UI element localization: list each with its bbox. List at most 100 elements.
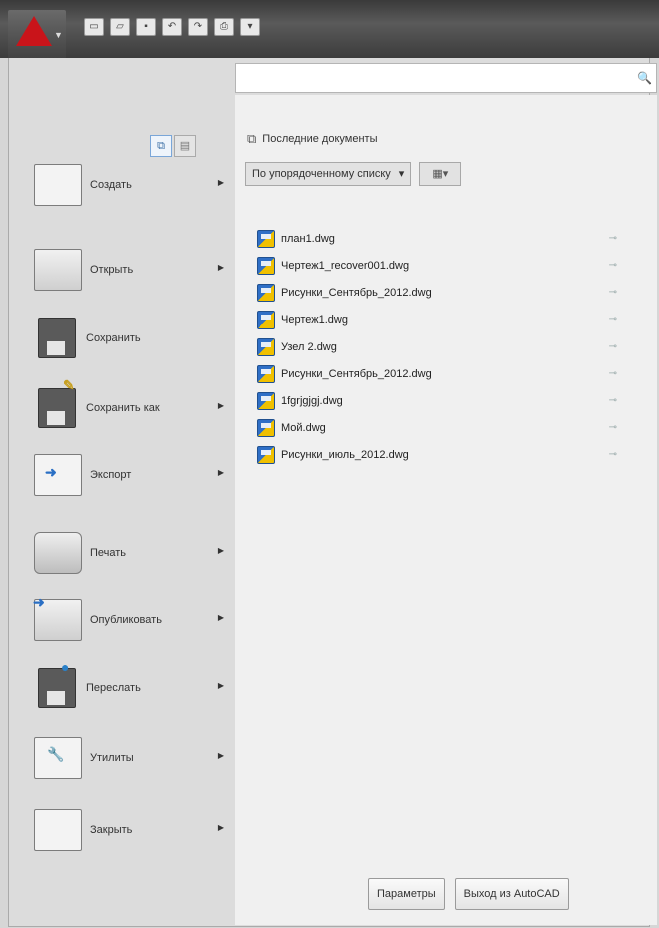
recent-file-item[interactable]: план1.dwg ⊸ (235, 225, 657, 252)
footer-buttons: Параметры Выход из AutoCAD (368, 878, 569, 910)
submenu-arrow-icon: ▶ (217, 751, 224, 760)
submenu-arrow-icon: ▶ (217, 401, 224, 410)
search-input[interactable]: 🔍 (235, 63, 657, 93)
recent-documents-view-icon[interactable]: ⧉ (150, 135, 172, 157)
submenu-arrow-icon: ▶ (217, 468, 224, 477)
dwg-file-icon (257, 445, 275, 464)
file-name: Узел 2.dwg (281, 340, 337, 353)
dwg-file-icon (257, 283, 275, 302)
menu-item-open[interactable]: Открыть ▶ (34, 240, 224, 300)
open-documents-view-icon[interactable]: ▤ (174, 135, 196, 157)
pin-icon[interactable]: ⊸ (609, 395, 617, 406)
menu-item-save-as[interactable]: ✎ Сохранить как ▶ (34, 377, 224, 438)
submenu-arrow-icon: ▶ (217, 681, 224, 690)
close-doc-icon (34, 809, 82, 851)
dwg-file-icon (257, 418, 275, 437)
recent-file-item[interactable]: Чертеж1.dwg ⊸ (235, 306, 657, 333)
menu-item-label: Экспорт (90, 468, 132, 481)
dwg-file-icon (257, 364, 275, 383)
recent-sort-row: По упорядоченному списку ▾ ▦▾ (245, 162, 462, 186)
submenu-arrow-icon: ▶ (217, 178, 224, 187)
menu-item-close[interactable]: Закрыть ▶ (34, 800, 224, 860)
recent-file-item[interactable]: Мой.dwg ⊸ (235, 414, 657, 441)
menu-item-print[interactable]: Печать ▶ (34, 523, 224, 583)
pin-icon[interactable]: ⊸ (609, 449, 617, 460)
recent-file-item[interactable]: 1fgrjgjgj.dwg ⊸ (235, 387, 657, 414)
menu-item-label: Сохранить (86, 331, 141, 344)
sort-dropdown[interactable]: По упорядоченному списку ▾ (245, 162, 412, 186)
publish-icon: ➜ (33, 594, 82, 641)
menu-item-label: Утилиты (90, 751, 134, 764)
save-icon[interactable]: ▪ (136, 18, 156, 36)
menu-item-create[interactable]: Создать ▶ (34, 155, 224, 215)
search-icon[interactable]: 🔍 (637, 71, 652, 85)
recent-documents-title: Последние документы (262, 133, 378, 145)
recent-file-item[interactable]: Рисунки_Сентябрь_2012.dwg ⊸ (235, 360, 657, 387)
dwg-file-icon (257, 391, 275, 410)
pin-icon[interactable]: ⊸ (609, 422, 617, 433)
recent-file-item[interactable]: Рисунки_Сентябрь_2012.dwg ⊸ (235, 279, 657, 306)
file-name: план1.dwg (281, 232, 335, 245)
dwg-file-icon (257, 229, 275, 248)
pin-icon[interactable]: ⊸ (609, 287, 617, 298)
chevron-down-icon: ▼ (54, 30, 63, 40)
menu-item-label: Переслать (86, 681, 141, 694)
export-icon: ➜ (34, 454, 82, 496)
file-name: Рисунки_июль_2012.dwg (281, 448, 409, 461)
pin-icon[interactable]: ⊸ (609, 341, 617, 352)
menu-item-publish[interactable]: ➜ Опубликовать ▶ (33, 590, 224, 650)
new-file-icon[interactable]: ▭ (84, 18, 104, 36)
recent-file-item[interactable]: Чертеж1_recover001.dwg ⊸ (235, 252, 657, 279)
menu-item-send[interactable]: ● Переслать ▶ (34, 658, 224, 718)
file-name: Рисунки_Сентябрь_2012.dwg (281, 367, 432, 380)
plot-icon[interactable]: ⎙ (214, 18, 234, 36)
menu-item-label: Опубликовать (90, 613, 162, 626)
file-name: Мой.dwg (281, 421, 326, 434)
pin-icon[interactable]: ⊸ (609, 314, 617, 325)
utilities-icon: 🔧 (34, 737, 82, 779)
dwg-file-icon (257, 256, 275, 275)
command-list: ⧉ ▤ Создать ▶ Открыть ▶ Сохранить ✎ Сохр… (8, 95, 230, 925)
file-name: 1fgrjgjgj.dwg (281, 394, 343, 407)
menu-item-label: Закрыть (90, 823, 133, 836)
chevron-down-icon: ▾ (398, 168, 405, 180)
recent-documents-icon: ⧉ (247, 131, 257, 146)
more-icon[interactable]: ▾ (240, 18, 260, 36)
recent-files-list: план1.dwg ⊸ Чертеж1_recover001.dwg ⊸ Рис… (235, 225, 657, 468)
options-button[interactable]: Параметры (368, 878, 445, 910)
open-file-icon[interactable]: ▱ (110, 18, 130, 36)
send-icon: ● (38, 659, 76, 708)
recent-documents-header: ⧉ Последние документы (247, 131, 377, 147)
menu-item-label: Открыть (90, 263, 134, 276)
pin-icon[interactable]: ⊸ (609, 233, 617, 244)
recent-file-item[interactable]: Узел 2.dwg ⊸ (235, 333, 657, 360)
submenu-arrow-icon: ▶ (217, 823, 224, 832)
view-mode-dropdown[interactable]: ▦▾ (419, 162, 462, 186)
recent-file-item[interactable]: Рисунки_июль_2012.dwg ⊸ (235, 441, 657, 468)
dwg-file-icon (257, 337, 275, 356)
menu-item-label: Создать (90, 178, 132, 191)
menu-item-utilities[interactable]: 🔧 Утилиты ▶ (34, 728, 224, 788)
file-name: Чертеж1.dwg (281, 313, 348, 326)
submenu-arrow-icon: ▶ (217, 546, 224, 555)
recent-documents-panel: ⧉ Последние документы По упорядоченному … (235, 95, 657, 925)
autocad-logo-icon (16, 16, 52, 46)
dwg-file-icon (257, 310, 275, 329)
redo-icon[interactable]: ↷ (188, 18, 208, 36)
menu-item-save[interactable]: Сохранить (34, 308, 224, 368)
save-as-icon: ✎ (38, 377, 76, 428)
file-name: Чертеж1_recover001.dwg (281, 259, 410, 272)
quick-access-toolbar: ▭ ▱ ▪ ↶ ↷ ⎙ ▾ (84, 18, 260, 36)
icon-view-icon: ▦▾ (432, 168, 449, 180)
pin-icon[interactable]: ⊸ (609, 260, 617, 271)
menu-item-label: Печать (90, 546, 127, 559)
menu-item-export[interactable]: ➜ Экспорт ▶ (34, 445, 224, 505)
sort-dropdown-value: По упорядоченному списку (252, 168, 391, 180)
file-name: Рисунки_Сентябрь_2012.dwg (281, 286, 432, 299)
undo-icon[interactable]: ↶ (162, 18, 182, 36)
exit-autocad-button[interactable]: Выход из AutoCAD (454, 878, 569, 910)
submenu-arrow-icon: ▶ (217, 263, 224, 272)
open-folder-icon (34, 249, 82, 291)
pin-icon[interactable]: ⊸ (609, 368, 617, 379)
view-toggle: ⧉ ▤ (150, 135, 196, 157)
